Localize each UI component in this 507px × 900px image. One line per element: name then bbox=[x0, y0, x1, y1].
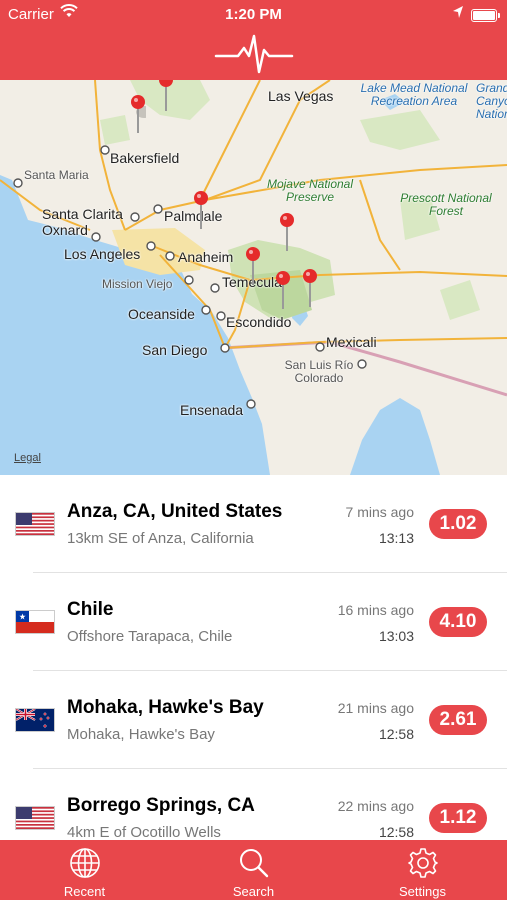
status-bar: Carrier 1:20 PM bbox=[0, 0, 507, 28]
map-label-bakersfield: Bakersfield bbox=[110, 150, 180, 166]
quake-detail: Mohaka, Hawke's Bay bbox=[67, 726, 215, 743]
map-label-mission-viejo: Mission Viejo bbox=[102, 277, 173, 291]
map-pin-icon[interactable] bbox=[193, 190, 209, 230]
status-time: 1:20 PM bbox=[225, 6, 282, 23]
tab-label: Recent bbox=[63, 884, 106, 899]
magnitude-badge: 1.12 bbox=[429, 803, 487, 833]
map-label-las-vegas: Las Vegas bbox=[268, 88, 334, 104]
us-flag-icon bbox=[16, 513, 54, 535]
chile-flag-icon bbox=[16, 611, 54, 633]
quake-row[interactable]: Chile Offshore Tarapaca, Chile 16 mins a… bbox=[0, 573, 507, 671]
quake-time: 13:13 bbox=[378, 530, 414, 546]
quake-time: 12:58 bbox=[378, 726, 414, 742]
tab-label: Search bbox=[232, 884, 275, 899]
quake-detail: 4km E of Ocotillo Wells bbox=[67, 824, 221, 840]
nz-flag-icon bbox=[16, 709, 54, 731]
app-header: Carrier 1:20 PM bbox=[0, 0, 507, 80]
battery-icon bbox=[471, 9, 500, 22]
globe-icon bbox=[69, 848, 100, 878]
magnitude-badge: 1.02 bbox=[429, 509, 487, 539]
map-label-grand-canyon: Grand Canyon National bbox=[476, 82, 507, 121]
tab-settings[interactable]: Settings bbox=[338, 840, 507, 900]
quake-place: Anza, CA, United States bbox=[67, 501, 283, 522]
magnitude-badge: 4.10 bbox=[429, 607, 487, 637]
quake-time: 13:03 bbox=[378, 628, 414, 644]
map-label-oceanside: Oceanside bbox=[128, 306, 195, 322]
heartbeat-logo-icon bbox=[214, 32, 294, 81]
map-label-lake-mead: Lake Mead National Recreation Area bbox=[360, 81, 468, 108]
quake-detail: Offshore Tarapaca, Chile bbox=[67, 628, 233, 645]
quake-ago: 22 mins ago bbox=[337, 798, 414, 814]
map-label-anaheim: Anaheim bbox=[178, 249, 234, 265]
location-arrow-icon bbox=[452, 5, 464, 23]
map-pin-icon[interactable] bbox=[130, 94, 146, 134]
us-flag-icon bbox=[16, 807, 54, 829]
map-pin-icon[interactable] bbox=[279, 212, 295, 252]
tab-bar: Recent Search Settings bbox=[0, 840, 507, 900]
map-pin-icon[interactable] bbox=[245, 246, 261, 286]
map-label-santa-clarita: Santa Clarita bbox=[42, 206, 123, 222]
map-label-escondido: Escondido bbox=[226, 314, 292, 330]
quake-time: 12:58 bbox=[378, 824, 414, 840]
magnitude-badge: 2.61 bbox=[429, 705, 487, 735]
quake-row[interactable]: Mohaka, Hawke's Bay Mohaka, Hawke's Bay … bbox=[0, 671, 507, 769]
quake-ago: 21 mins ago bbox=[337, 700, 414, 716]
map-legal-link[interactable]: Legal bbox=[14, 452, 41, 464]
quake-row[interactable]: Borrego Springs, CA 4km E of Ocotillo We… bbox=[0, 769, 507, 840]
map-label-los-angeles: Los Angeles bbox=[64, 246, 141, 262]
tab-recent[interactable]: Recent bbox=[0, 840, 169, 900]
map-label-ensenada: Ensenada bbox=[180, 402, 244, 418]
map-label-santa-maria: Santa Maria bbox=[24, 168, 89, 182]
quake-ago: 16 mins ago bbox=[337, 602, 414, 618]
quake-place: Borrego Springs, CA bbox=[67, 795, 255, 816]
map-pin-icon[interactable] bbox=[302, 268, 318, 308]
map-pin-icon[interactable] bbox=[158, 80, 174, 112]
quake-detail: 13km SE of Anza, California bbox=[67, 530, 254, 547]
tab-label: Settings bbox=[399, 884, 446, 899]
map-label-prescott: Prescott National Forest bbox=[400, 191, 492, 218]
map-label-mexicali: Mexicali bbox=[326, 334, 377, 350]
earthquake-list: Anza, CA, United States 13km SE of Anza,… bbox=[0, 475, 507, 840]
search-icon bbox=[239, 849, 268, 878]
quake-place: Mohaka, Hawke's Bay bbox=[67, 697, 264, 718]
map-label-san-luis: San Luis Río Colorado bbox=[284, 358, 354, 385]
quake-row[interactable]: Anza, CA, United States 13km SE of Anza,… bbox=[0, 475, 507, 573]
quake-place: Chile bbox=[67, 599, 114, 620]
map-label-oxnard: Oxnard bbox=[42, 222, 88, 238]
earthquake-map[interactable]: Las Vegas Lake Mead National Recreation … bbox=[0, 80, 507, 475]
gear-icon bbox=[407, 848, 438, 878]
map-pin-icon[interactable] bbox=[275, 270, 291, 310]
quake-ago: 7 mins ago bbox=[345, 504, 414, 520]
map-label-san-diego: San Diego bbox=[142, 342, 208, 358]
map-label-mojave: Mojave National Preserve bbox=[266, 177, 354, 204]
tab-search[interactable]: Search bbox=[169, 840, 338, 900]
